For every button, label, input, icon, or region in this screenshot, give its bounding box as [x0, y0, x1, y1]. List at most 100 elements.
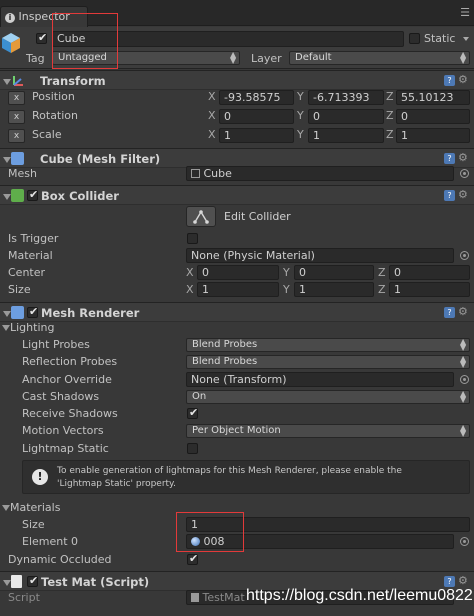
tab-menu-icon[interactable]: ☰ [460, 6, 470, 19]
is-trigger-checkbox[interactable] [187, 233, 198, 244]
cast-shadows-dropdown[interactable]: On ▲ ▼ [186, 390, 470, 404]
mesh-field[interactable]: Cube [186, 166, 454, 181]
position-z-field[interactable]: 55.10123 [396, 90, 470, 105]
object-picker-icon[interactable] [460, 537, 469, 546]
dynamic-occluded-label: Dynamic Occluded [8, 553, 112, 566]
axis-y-label: Y [297, 128, 304, 141]
updown-arrow-icon: ▲ ▼ [460, 355, 467, 369]
static-checkbox[interactable] [409, 33, 420, 44]
rotation-y-field[interactable]: 0 [308, 109, 384, 124]
static-label: Static [424, 32, 456, 45]
collider-material-field[interactable]: None (Physic Material) [186, 248, 454, 263]
transform-icon [12, 74, 25, 87]
size-x-field[interactable]: 1 [197, 282, 279, 297]
collider-material-label: Material [8, 249, 53, 262]
foldout-arrow-icon[interactable] [3, 194, 11, 200]
mesh-asset-icon [191, 169, 200, 178]
axis-z-label: Z [378, 283, 386, 296]
position-x-field[interactable]: -93.58575 [219, 90, 294, 105]
reflection-probes-label: Reflection Probes [22, 355, 118, 368]
mesh-label: Mesh [8, 167, 37, 180]
rotation-x-field[interactable]: 0 [219, 109, 294, 124]
object-active-checkbox[interactable] [36, 31, 47, 44]
scale-y-field[interactable]: 1 [308, 128, 384, 143]
position-y-field[interactable]: -6.713393 [308, 90, 384, 105]
center-label: Center [8, 266, 46, 279]
lighting-foldout-icon[interactable] [2, 325, 10, 331]
center-y-field[interactable]: 0 [294, 265, 374, 280]
dynamic-occluded-checkbox[interactable] [187, 552, 198, 565]
foldout-arrow-icon[interactable] [3, 79, 11, 85]
center-x-field[interactable]: 0 [197, 265, 279, 280]
mesh-filter-title: Cube (Mesh Filter) [40, 152, 161, 166]
mesh-renderer-header[interactable]: Mesh Renderer ? ⚙ [0, 302, 474, 322]
materials-foldout-icon[interactable] [2, 505, 10, 511]
foldout-arrow-icon[interactable] [3, 157, 11, 163]
script-icon [11, 575, 22, 588]
box-collider-header[interactable]: Box Collider ? ⚙ [0, 185, 474, 205]
lightmap-static-checkbox[interactable] [187, 443, 198, 454]
help-icon[interactable]: ? [444, 190, 455, 201]
static-dropdown-arrow-icon[interactable] [463, 37, 469, 41]
foldout-arrow-icon[interactable] [3, 311, 11, 317]
reset-position-button[interactable]: x [8, 91, 25, 105]
help-icon[interactable]: ? [444, 153, 455, 164]
transform-row-position: x Position X -93.58575 Y -6.713393 Z 55.… [0, 88, 474, 107]
layer-label: Layer [251, 52, 282, 65]
highlight-box [176, 512, 244, 552]
script-label: Script [8, 591, 40, 604]
axis-x-label: X [208, 128, 216, 141]
updown-arrow-icon: ▲ ▼ [460, 51, 467, 65]
receive-shadows-checkbox[interactable] [187, 406, 198, 419]
edit-collider-button[interactable] [186, 206, 216, 227]
object-picker-icon[interactable] [460, 375, 469, 384]
mesh-renderer-title: Mesh Renderer [41, 306, 140, 320]
mesh-renderer-enabled-checkbox[interactable] [27, 305, 38, 318]
size-z-field[interactable]: 1 [389, 282, 470, 297]
gear-icon[interactable]: ⚙ [458, 151, 468, 164]
help-icon[interactable]: ? [444, 307, 455, 318]
reset-rotation-button[interactable]: x [8, 110, 25, 124]
reset-scale-button[interactable]: x [8, 129, 25, 143]
motion-vectors-dropdown[interactable]: Per Object Motion ▲ ▼ [186, 424, 470, 438]
object-picker-icon[interactable] [460, 169, 469, 178]
axis-z-label: Z [378, 266, 386, 279]
foldout-arrow-icon[interactable] [3, 580, 11, 586]
is-trigger-label: Is Trigger [8, 232, 59, 245]
gear-icon[interactable]: ⚙ [458, 188, 468, 201]
light-probes-dropdown[interactable]: Blend Probes ▲ ▼ [186, 338, 470, 352]
transform-header[interactable]: Transform ? ⚙ [0, 70, 474, 90]
info-text-line-2: 'Lightmap Static' property. [57, 479, 176, 489]
axis-y-label: Y [297, 90, 304, 103]
test-mat-title: Test Mat (Script) [41, 575, 150, 589]
reflection-probes-dropdown[interactable]: Blend Probes ▲ ▼ [186, 355, 470, 369]
transform-row-scale: x Scale X 1 Y 1 Z 1 [0, 126, 474, 145]
box-collider-enabled-checkbox[interactable] [27, 188, 38, 201]
anchor-override-field[interactable]: None (Transform) [186, 372, 454, 387]
rotation-z-field[interactable]: 0 [396, 109, 470, 124]
center-z-field[interactable]: 0 [389, 265, 470, 280]
light-probes-value: Blend Probes [192, 339, 258, 350]
gear-icon[interactable]: ⚙ [458, 305, 468, 318]
test-mat-enabled-checkbox[interactable] [27, 574, 38, 587]
help-icon[interactable]: ? [444, 75, 455, 86]
mesh-filter-icon [11, 152, 24, 165]
layer-dropdown[interactable]: Default ▲ ▼ [289, 51, 470, 65]
edit-collider-label: Edit Collider [224, 210, 291, 223]
object-picker-icon[interactable] [460, 251, 469, 260]
gear-icon[interactable]: ⚙ [458, 73, 468, 86]
size-y-field[interactable]: 1 [294, 282, 374, 297]
scale-x-field[interactable]: 1 [219, 128, 294, 143]
help-icon[interactable]: ? [444, 576, 455, 587]
anchor-override-label: Anchor Override [22, 373, 112, 386]
axis-z-label: Z [386, 128, 394, 141]
script-value: TestMat [202, 591, 245, 604]
gear-icon[interactable]: ⚙ [458, 574, 468, 587]
edit-collider-icon [193, 210, 209, 224]
highlight-box [52, 13, 118, 69]
object-header: Cube Static Tag Untagged ▲▼ Layer Defaul… [0, 13, 474, 69]
box-collider-title: Box Collider [41, 189, 119, 203]
scale-z-field[interactable]: 1 [396, 128, 470, 143]
mesh-filter-header[interactable]: Cube (Mesh Filter) ? ⚙ [0, 148, 474, 168]
updown-arrow-icon: ▲ ▼ [460, 338, 467, 352]
